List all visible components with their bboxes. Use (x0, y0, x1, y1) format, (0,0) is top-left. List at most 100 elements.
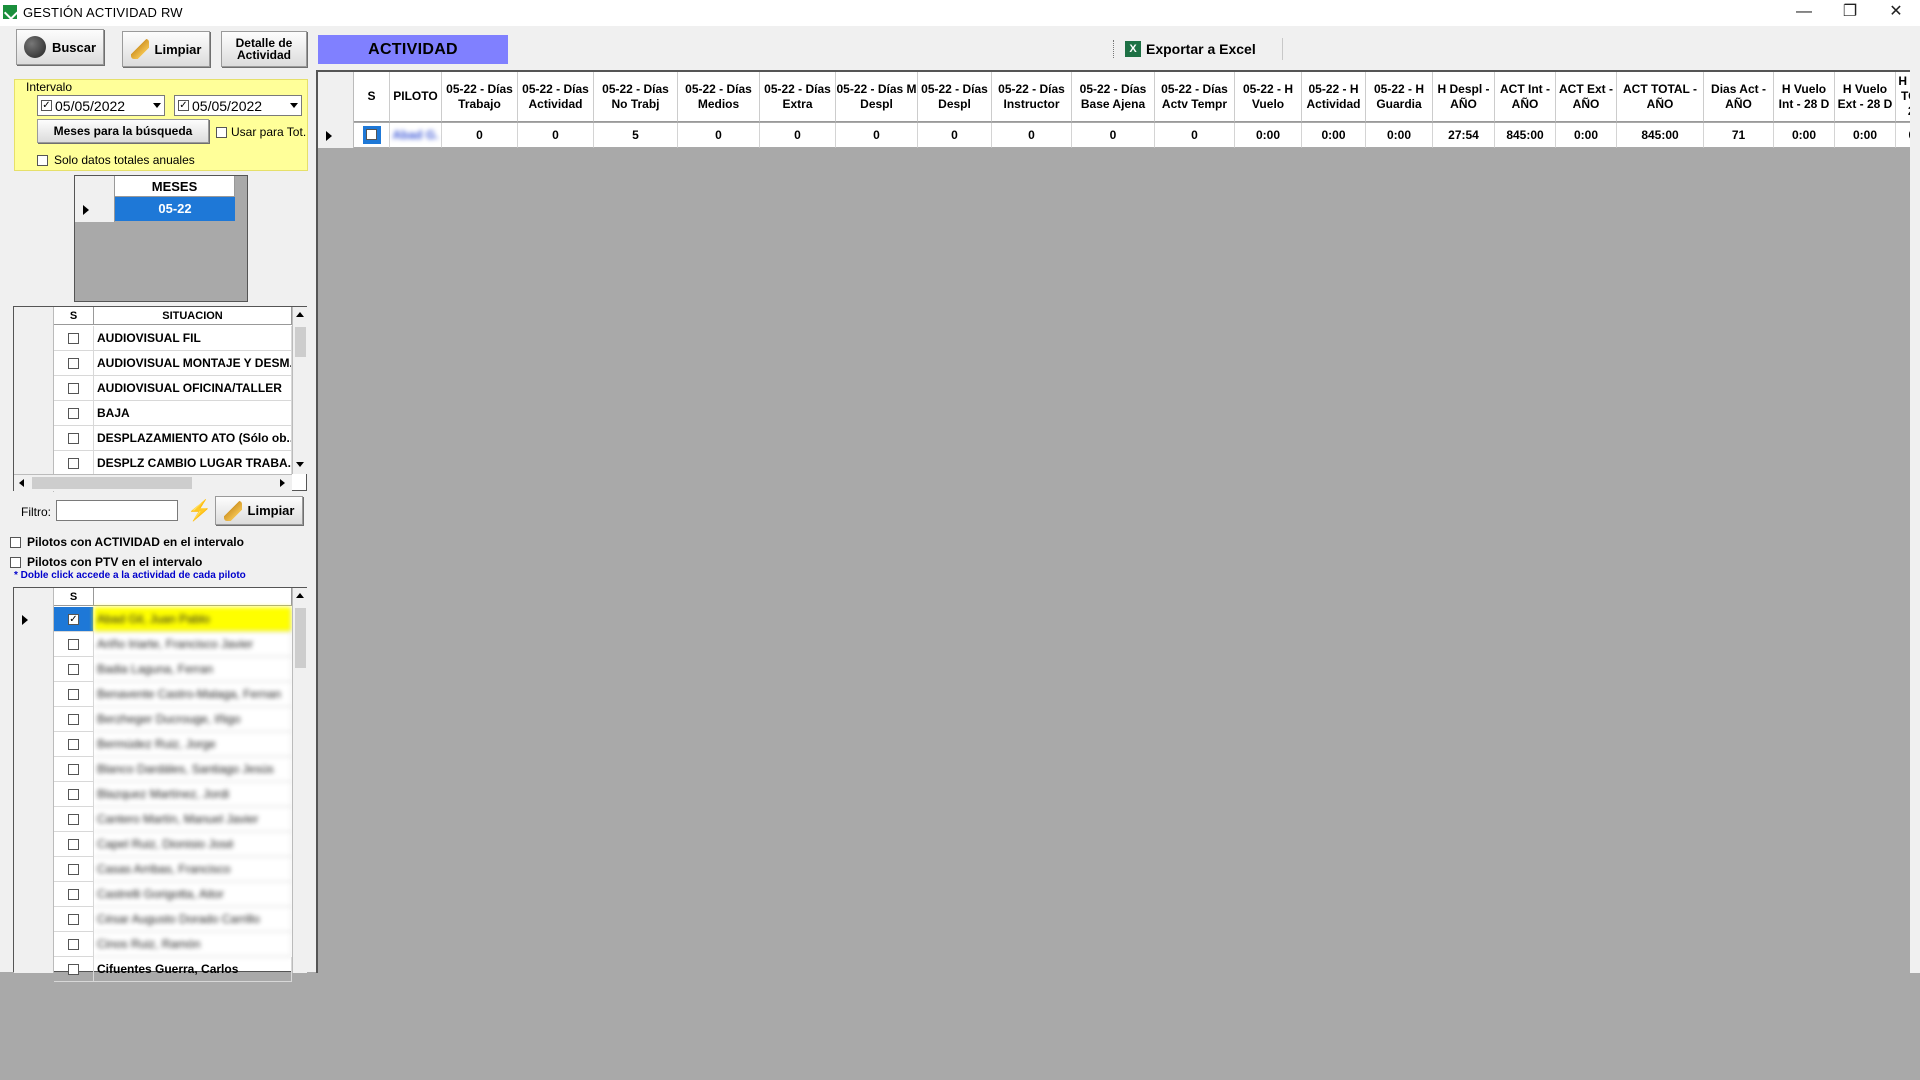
pilot-name[interactable]: Benavente Castro-Malaga, Fernan (94, 682, 292, 707)
pilot-checkbox[interactable] (68, 813, 79, 825)
activity-value-cell[interactable]: 0:00 (1235, 123, 1302, 148)
pilot-row[interactable]: Blazquez Martínez, Jordi (14, 782, 292, 807)
activity-col-header[interactable]: 05-22 - H Guardia (1366, 72, 1433, 122)
activity-col-header[interactable]: 05-22 - Días Extra (760, 72, 836, 122)
situacion-row[interactable]: DESPLZ CAMBIO LUGAR TRABA... (54, 451, 292, 476)
date-to-checkbox[interactable] (178, 100, 189, 111)
activity-col-header[interactable]: PILOTO (390, 72, 442, 122)
filter-limpiar-button[interactable]: Limpiar (215, 496, 303, 525)
activity-col-header[interactable]: 05-22 - Días Actv Tempr (1155, 72, 1235, 122)
pilot-row[interactable]: Cantero Martín, Manuel Javier (14, 807, 292, 832)
buscar-button[interactable]: Buscar (16, 29, 104, 65)
pilot-row[interactable]: Badia Laguna, Ferran (14, 657, 292, 682)
pilot-select-cell[interactable] (54, 682, 94, 707)
export-excel-button[interactable]: X Exportar a Excel (1111, 36, 1283, 62)
scrollbar-thumb[interactable] (295, 608, 306, 668)
activity-value-cell[interactable]: 0:00 (1366, 123, 1433, 148)
scroll-right-icon[interactable] (280, 479, 285, 487)
pilot-select-cell[interactable] (54, 732, 94, 757)
situacion-checkbox[interactable] (68, 332, 79, 344)
solo-totales-option[interactable]: Solo datos totales anuales (37, 153, 195, 167)
pilot-select-cell[interactable] (54, 607, 94, 632)
activity-col-header[interactable]: H Despl - AÑO (1433, 72, 1495, 122)
activity-value-cell[interactable]: 0:00 (1556, 123, 1617, 148)
pilot-select-cell[interactable] (54, 807, 94, 832)
pilot-checkbox[interactable] (68, 613, 79, 625)
pilot-checkbox[interactable] (68, 638, 79, 650)
pilot-row[interactable]: Benavente Castro-Malaga, Fernan (14, 682, 292, 707)
activity-value-cell[interactable]: 0 (760, 123, 836, 148)
pilotos-ptv-option[interactable]: Pilotos con PTV en el intervalo (10, 555, 202, 569)
activity-value-cell[interactable]: 71 (1704, 123, 1774, 148)
meses-busqueda-button[interactable]: Meses para la búsqueda (37, 119, 209, 143)
situacion-select-cell[interactable] (54, 326, 94, 351)
pilot-select-cell[interactable] (54, 632, 94, 657)
pilot-checkbox[interactable] (68, 788, 79, 800)
activity-select-box[interactable] (362, 126, 381, 144)
situacion-row[interactable]: AUDIOVISUAL MONTAJE Y DESM... (54, 351, 292, 376)
situacion-row[interactable]: BAJA (54, 401, 292, 426)
usar-para-tot-checkbox[interactable] (216, 126, 227, 138)
situacion-select-cell[interactable] (54, 426, 94, 451)
pilot-checkbox[interactable] (68, 688, 79, 700)
activity-col-header[interactable]: 05-22 - Días Trabajo (442, 72, 518, 122)
activity-value-cell[interactable]: 0 (442, 123, 518, 148)
pilot-checkbox[interactable] (68, 913, 79, 925)
pilot-row[interactable]: Cifuentes Guerra, Carlos (14, 957, 292, 982)
activity-value-cell[interactable]: 5 (594, 123, 678, 148)
activity-value-cell[interactable]: 0 (1155, 123, 1235, 148)
pilotos-ptv-checkbox[interactable] (10, 556, 21, 568)
pilot-name[interactable]: Berzheger Ducrouge, Iñigo (94, 707, 292, 732)
activity-value-cell[interactable]: 0:00 (1302, 123, 1366, 148)
activity-col-header[interactable]: 05-22 - Días Despl (918, 72, 992, 122)
activity-col-header[interactable]: ACT Ext - AÑO (1556, 72, 1617, 122)
pilot-name[interactable]: Cinos Ruiz, Ramón (94, 932, 292, 957)
activity-col-header[interactable]: S (354, 72, 390, 122)
activity-col-header[interactable]: H Vuelo Ext - 28 D (1835, 72, 1896, 122)
pilot-select-cell[interactable] (54, 932, 94, 957)
pilot-checkbox[interactable] (68, 963, 79, 975)
pilot-select-cell[interactable] (54, 782, 94, 807)
pilot-name[interactable]: Casas Arribas, Francisco (94, 857, 292, 882)
pilot-select-cell[interactable] (54, 882, 94, 907)
scroll-up-icon[interactable] (296, 593, 304, 598)
pilot-row[interactable]: Bermúdez Ruiz, Jorge (14, 732, 292, 757)
activity-value-cell[interactable]: 845:00 (1495, 123, 1556, 148)
activity-col-header[interactable]: 05-22 - Días No Trabj (594, 72, 678, 122)
pilot-select-cell[interactable] (54, 832, 94, 857)
situacion-checkbox[interactable] (68, 357, 79, 369)
pilot-name[interactable]: Ariño Iriarte, Francisco Javier (94, 632, 292, 657)
activity-col-header[interactable]: 05-22 - H Actividad (1302, 72, 1366, 122)
pilot-row[interactable]: Cinos Ruiz, Ramón (14, 932, 292, 957)
situacion-row[interactable]: AUDIOVISUAL FIL (54, 326, 292, 351)
pilot-name[interactable]: Bermúdez Ruiz, Jorge (94, 732, 292, 757)
pilotos-actividad-checkbox[interactable] (10, 536, 21, 548)
activity-value-cell[interactable]: 0 (518, 123, 594, 148)
pilot-checkbox[interactable] (68, 663, 79, 675)
situacion-horizontal-scrollbar[interactable] (14, 474, 292, 491)
activity-col-header[interactable]: 05-22 - H Vuelo (1235, 72, 1302, 122)
activity-col-header[interactable]: 05-22 - Días Medios (678, 72, 760, 122)
situacion-checkbox[interactable] (68, 407, 79, 419)
activity-value-cell[interactable]: 0 (836, 123, 918, 148)
activity-select-cell[interactable] (354, 123, 390, 148)
situacion-row[interactable]: DESPLAZAMIENTO ATO (Sólo ob... (54, 426, 292, 451)
pilot-checkbox[interactable] (68, 863, 79, 875)
situacion-select-cell[interactable] (54, 376, 94, 401)
pilot-row[interactable]: Casas Arribas, Francisco (14, 857, 292, 882)
activity-piloto-cell[interactable]: Abad G. (390, 123, 442, 148)
activity-col-header[interactable]: ACT TOTAL - AÑO (1617, 72, 1704, 122)
scroll-up-icon[interactable] (296, 312, 304, 317)
activity-value-cell[interactable]: 0 (918, 123, 992, 148)
pilots-vertical-scrollbar[interactable] (292, 588, 307, 973)
activity-value-cell[interactable]: 27:54 (1433, 123, 1495, 148)
pilot-name[interactable]: Cantero Martín, Manuel Javier (94, 807, 292, 832)
pilot-select-cell[interactable] (54, 907, 94, 932)
pilot-row[interactable]: Castrelli Gorigotta, Aitor (14, 882, 292, 907)
situacion-select-cell[interactable] (54, 401, 94, 426)
date-from-picker[interactable]: 05/05/2022 (37, 95, 165, 116)
pilot-checkbox[interactable] (68, 938, 79, 950)
activity-col-header[interactable]: 05-22 - Días Actividad (518, 72, 594, 122)
activity-value-cell[interactable]: 0:00 (1835, 123, 1896, 148)
pilot-select-cell[interactable] (54, 857, 94, 882)
